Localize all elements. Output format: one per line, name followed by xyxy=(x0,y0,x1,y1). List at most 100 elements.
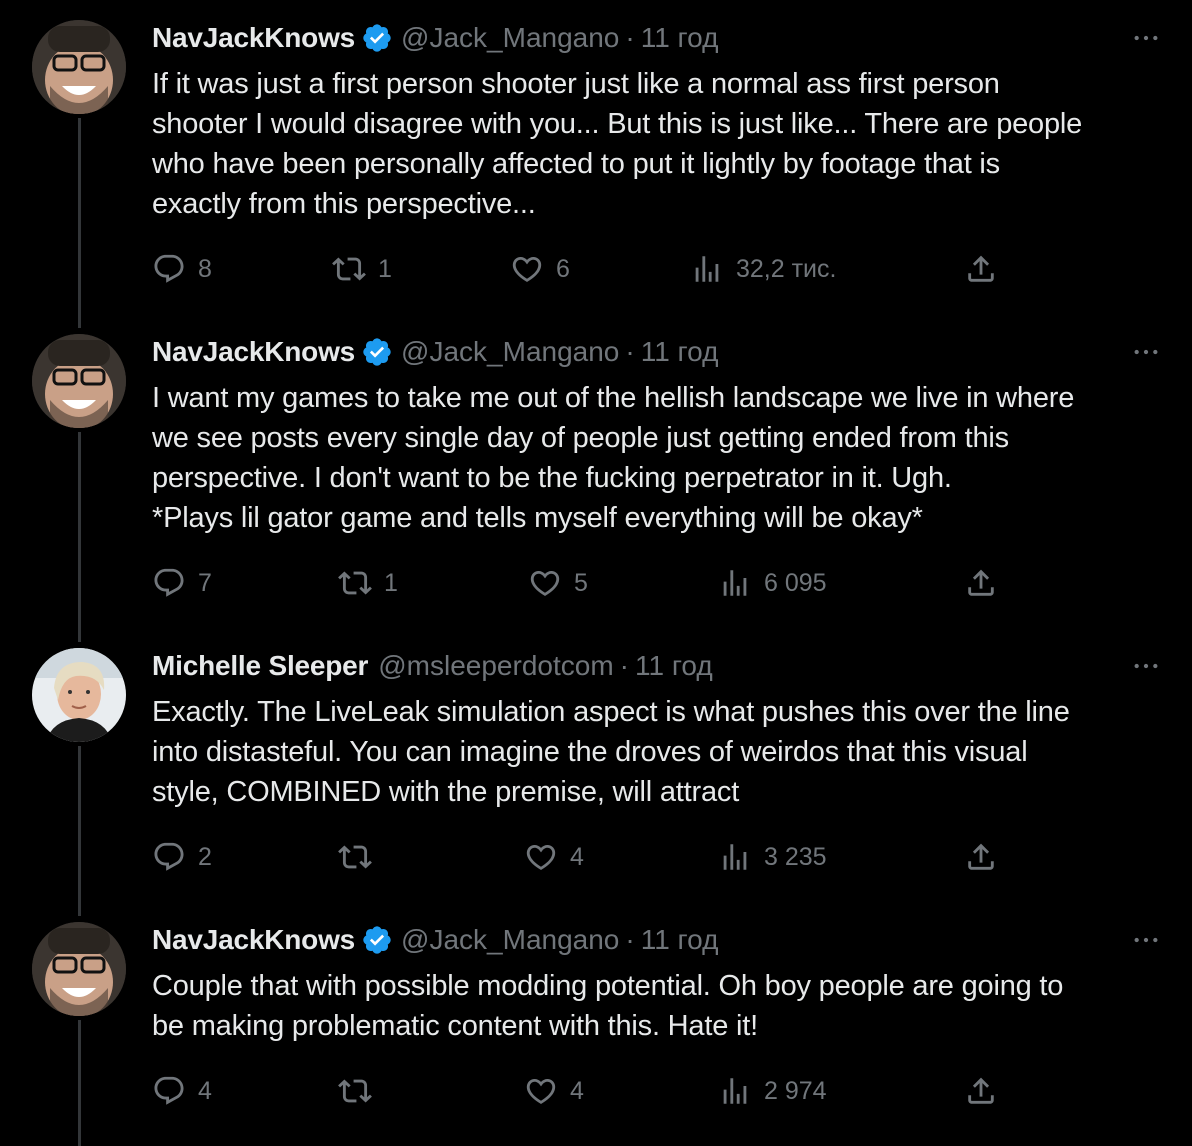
retweet-icon xyxy=(332,257,366,281)
avatar[interactable] xyxy=(32,20,126,114)
share-button[interactable] xyxy=(964,1071,998,1111)
handle[interactable]: @Jack_Mangano xyxy=(401,924,619,956)
retweet-count: 1 xyxy=(378,254,392,283)
verified-badge-icon xyxy=(363,24,391,52)
views-button[interactable]: 6 095 xyxy=(718,563,827,603)
tweet-header: NavJackKnows @Jack_Mangano · 11 год xyxy=(152,922,718,958)
more-button[interactable] xyxy=(1126,332,1166,372)
like-button[interactable]: 4 xyxy=(524,837,584,877)
timestamp[interactable]: 11 год xyxy=(635,650,713,682)
more-button[interactable] xyxy=(1126,18,1166,58)
reply-count: 7 xyxy=(198,568,212,597)
retweet-icon xyxy=(338,571,372,595)
separator: · xyxy=(625,22,635,53)
like-button[interactable]: 5 xyxy=(528,563,588,603)
action-bar: 8 1 6 32,2 тис. xyxy=(152,249,1032,289)
more-icon xyxy=(1134,349,1158,355)
display-name[interactable]: Michelle Sleeper xyxy=(152,650,368,682)
reply-icon xyxy=(154,842,184,871)
verified-badge-icon xyxy=(363,338,391,366)
more-icon xyxy=(1134,937,1158,943)
retweet-icon xyxy=(338,845,372,869)
timestamp[interactable]: 11 год xyxy=(641,22,719,54)
reply-count: 4 xyxy=(198,1076,212,1105)
avatar[interactable] xyxy=(32,648,126,742)
reply-button[interactable]: 2 xyxy=(152,837,212,877)
share-icon xyxy=(968,843,994,870)
display-name[interactable]: NavJackKnows xyxy=(152,924,355,956)
reply-icon xyxy=(154,254,184,283)
thread-line xyxy=(78,746,81,916)
views-icon xyxy=(723,1078,747,1104)
like-count: 6 xyxy=(556,254,570,283)
share-button[interactable] xyxy=(964,563,998,603)
tweet-text: If it was just a first person shooter ju… xyxy=(152,68,1083,220)
share-button[interactable] xyxy=(964,837,998,877)
like-icon xyxy=(512,256,542,282)
retweet-button[interactable]: 1 xyxy=(332,249,392,289)
share-icon xyxy=(968,1077,994,1104)
separator: · xyxy=(619,650,629,681)
tweet-header: Michelle Sleeper @msleeperdotcom · 11 го… xyxy=(152,648,713,684)
timestamp[interactable]: 11 год xyxy=(641,924,719,956)
separator: · xyxy=(625,336,635,367)
action-bar: 4 4 2 974 xyxy=(152,1071,1032,1111)
avatar[interactable] xyxy=(32,334,126,428)
tweet-text: Exactly. The LiveLeak simulation aspect … xyxy=(152,696,1070,808)
reply-icon xyxy=(154,568,184,597)
verified-badge-icon xyxy=(363,926,391,954)
retweet-count: 1 xyxy=(384,568,398,597)
tweet-header: NavJackKnows @Jack_Mangano · 11 год xyxy=(152,334,718,370)
display-name[interactable]: NavJackKnows xyxy=(152,336,355,368)
retweet-button[interactable] xyxy=(338,1071,384,1111)
handle[interactable]: @Jack_Mangano xyxy=(401,22,619,54)
more-button[interactable] xyxy=(1126,646,1166,686)
tweet-header: NavJackKnows @Jack_Mangano · 11 год xyxy=(152,20,718,56)
tweet-text: Couple that with possible modding potent… xyxy=(152,970,1064,1042)
like-button[interactable]: 4 xyxy=(524,1071,584,1111)
reply-button[interactable]: 8 xyxy=(152,249,212,289)
thread-line xyxy=(78,1020,81,1146)
thread-line xyxy=(78,432,81,642)
views-button[interactable]: 3 235 xyxy=(718,837,827,877)
views-count: 3 235 xyxy=(764,842,827,871)
like-count: 4 xyxy=(570,842,584,871)
like-count: 4 xyxy=(570,1076,584,1105)
views-button[interactable]: 32,2 тис. xyxy=(690,249,836,289)
share-button[interactable] xyxy=(964,249,998,289)
reply-count: 8 xyxy=(198,254,212,283)
views-count: 32,2 тис. xyxy=(736,254,837,283)
handle[interactable]: @msleeperdotcom xyxy=(378,650,613,682)
retweet-icon xyxy=(338,1079,372,1103)
views-button[interactable]: 2 974 xyxy=(718,1071,827,1111)
separator: · xyxy=(625,924,635,955)
reply-icon xyxy=(154,1076,184,1105)
views-count: 6 095 xyxy=(764,568,827,597)
like-icon xyxy=(526,844,556,870)
thread-line xyxy=(78,118,81,328)
reply-button[interactable]: 7 xyxy=(152,563,212,603)
share-icon xyxy=(968,569,994,596)
reply-button[interactable]: 4 xyxy=(152,1071,212,1111)
like-button[interactable]: 6 xyxy=(510,249,570,289)
action-bar: 7 1 5 6 095 xyxy=(152,563,1032,603)
retweet-button[interactable]: 1 xyxy=(338,563,398,603)
display-name[interactable]: NavJackKnows xyxy=(152,22,355,54)
avatar-navjack-image xyxy=(32,334,126,428)
timestamp[interactable]: 11 год xyxy=(641,336,719,368)
more-icon xyxy=(1134,663,1158,669)
avatar-navjack-image xyxy=(32,20,126,114)
avatar[interactable] xyxy=(32,922,126,1016)
avatar-navjack-image xyxy=(32,922,126,1016)
like-icon xyxy=(526,1078,556,1104)
views-icon xyxy=(723,844,747,870)
reply-count: 2 xyxy=(198,842,212,871)
more-button[interactable] xyxy=(1126,920,1166,960)
handle[interactable]: @Jack_Mangano xyxy=(401,336,619,368)
avatar-michelle-image xyxy=(32,648,126,742)
retweet-button[interactable] xyxy=(338,837,384,877)
views-count: 2 974 xyxy=(764,1076,827,1105)
views-icon xyxy=(695,256,719,282)
more-icon xyxy=(1134,35,1158,41)
action-bar: 2 4 3 235 xyxy=(152,837,1032,877)
